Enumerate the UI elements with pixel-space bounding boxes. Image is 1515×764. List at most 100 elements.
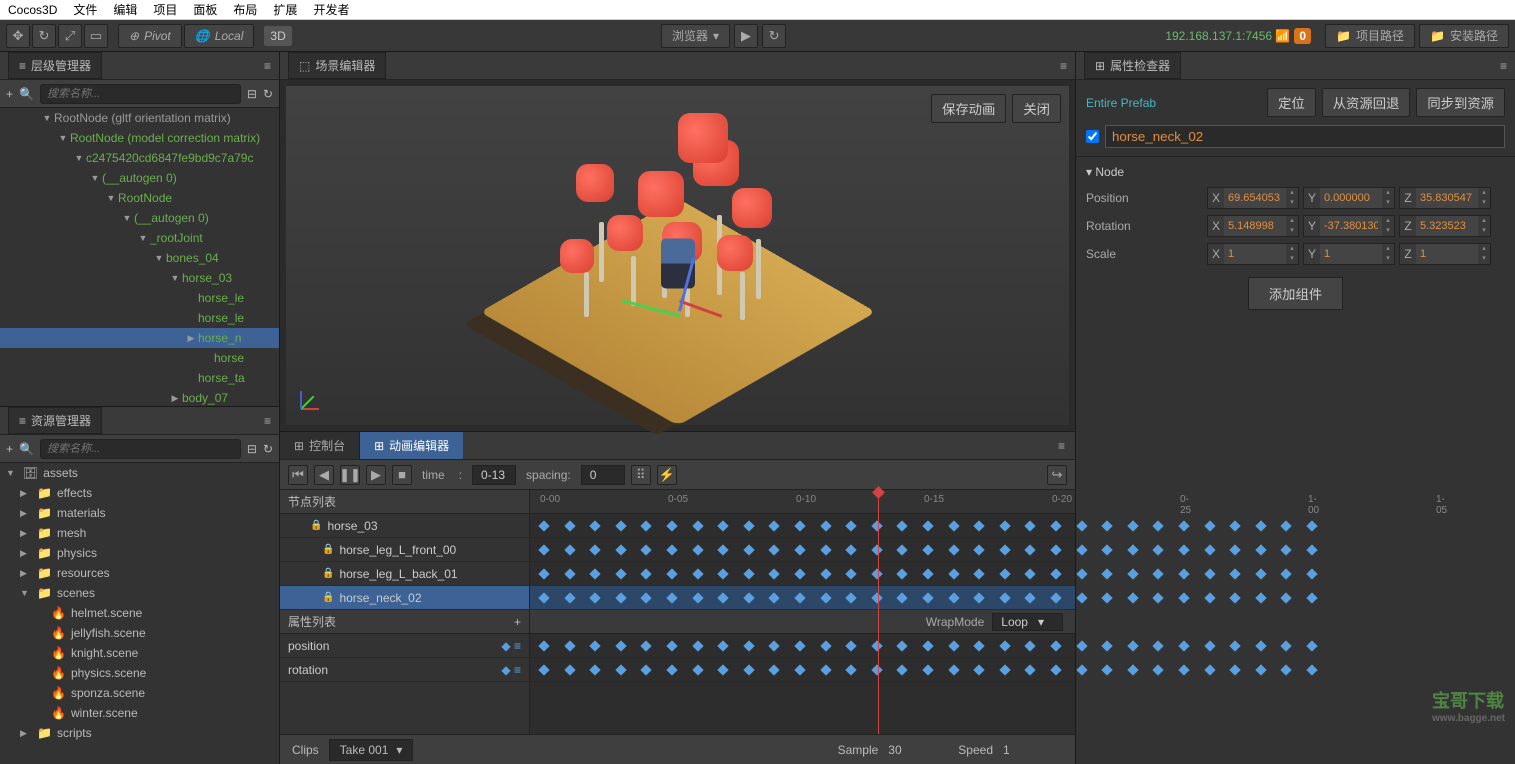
hierarchy-search-input[interactable]: [40, 84, 241, 104]
search-icon[interactable]: 🔍: [19, 87, 34, 101]
keyframe[interactable]: [999, 664, 1010, 675]
keyframe[interactable]: [1025, 520, 1036, 531]
asset-item[interactable]: ▼🗄assets: [0, 463, 279, 483]
keyframe[interactable]: [794, 640, 805, 651]
node-name-input[interactable]: [1105, 125, 1505, 148]
keyframe[interactable]: [769, 544, 780, 555]
rect-tool-icon[interactable]: ▭: [84, 24, 108, 48]
keyframe[interactable]: [820, 640, 831, 651]
keyframe[interactable]: [692, 520, 703, 531]
keyframe[interactable]: [922, 520, 933, 531]
keyframe[interactable]: [538, 592, 549, 603]
speed-value[interactable]: 1: [1003, 743, 1063, 757]
keyframe[interactable]: [999, 544, 1010, 555]
spacing-value[interactable]: 0: [581, 465, 625, 485]
keyframe[interactable]: [615, 568, 626, 579]
keyframe[interactable]: [794, 592, 805, 603]
hierarchy-node[interactable]: ▼RootNode: [0, 188, 279, 208]
keyframe[interactable]: [641, 568, 652, 579]
keyframe[interactable]: [1050, 544, 1061, 555]
keyframe[interactable]: [692, 544, 703, 555]
keyframe[interactable]: [846, 592, 857, 603]
keyframe[interactable]: [846, 520, 857, 531]
keyframe[interactable]: [794, 664, 805, 675]
z-input[interactable]: Z▴▾: [1399, 215, 1491, 237]
keyframe[interactable]: [666, 592, 677, 603]
keyframe[interactable]: [666, 664, 677, 675]
x-input[interactable]: X▴▾: [1207, 187, 1299, 209]
keyframe[interactable]: [641, 640, 652, 651]
panel-menu-icon[interactable]: ≡: [1060, 59, 1067, 73]
hierarchy-node[interactable]: ▼RootNode (model correction matrix): [0, 128, 279, 148]
z-input[interactable]: Z▴▾: [1399, 187, 1491, 209]
collapse-icon[interactable]: ⊟: [247, 87, 257, 101]
scene-tab[interactable]: ⬚ 场景编辑器: [288, 52, 386, 79]
keyframe[interactable]: [1025, 640, 1036, 651]
pause-icon[interactable]: ❚❚: [340, 465, 360, 485]
hierarchy-node[interactable]: ▼RootNode (gltf orientation matrix): [0, 108, 279, 128]
anim-prop-row[interactable]: rotation◆ ≡: [280, 658, 529, 682]
keyframe[interactable]: [590, 592, 601, 603]
keyframe[interactable]: [641, 520, 652, 531]
z-input[interactable]: Z▴▾: [1399, 243, 1491, 265]
panel-menu-icon[interactable]: ≡: [1500, 59, 1507, 73]
hierarchy-node[interactable]: horse_ta: [0, 368, 279, 388]
apply-button[interactable]: 同步到资源: [1416, 88, 1505, 117]
project-path-button[interactable]: 📁 项目路径: [1325, 24, 1415, 48]
y-input[interactable]: Y▴▾: [1303, 243, 1395, 265]
keyframe[interactable]: [564, 592, 575, 603]
keyframe[interactable]: [615, 520, 626, 531]
keyframe[interactable]: [641, 592, 652, 603]
install-path-button[interactable]: 📁 安装路径: [1419, 24, 1509, 48]
keyframe[interactable]: [820, 592, 831, 603]
keyframe[interactable]: [718, 568, 729, 579]
keyframe[interactable]: [846, 544, 857, 555]
play-icon[interactable]: ▶: [734, 24, 758, 48]
panel-menu-icon[interactable]: ≡: [264, 414, 271, 428]
keyframe[interactable]: [871, 664, 882, 675]
keyframe[interactable]: [974, 592, 985, 603]
anim-prop-row[interactable]: position◆ ≡: [280, 634, 529, 658]
hierarchy-node[interactable]: horse_le: [0, 308, 279, 328]
keyframe[interactable]: [1025, 544, 1036, 555]
playhead[interactable]: [878, 490, 879, 734]
keyframe[interactable]: [564, 544, 575, 555]
keyframe[interactable]: [1050, 592, 1061, 603]
close-button[interactable]: 关闭: [1012, 94, 1061, 123]
refresh-hierarchy-icon[interactable]: ↻: [263, 87, 273, 101]
keyframe[interactable]: [590, 640, 601, 651]
keyframe[interactable]: [615, 544, 626, 555]
add-asset-icon[interactable]: +: [6, 442, 13, 456]
keyframe[interactable]: [692, 568, 703, 579]
keyframe[interactable]: [769, 520, 780, 531]
keyframe[interactable]: [641, 544, 652, 555]
console-tab[interactable]: ⊞ 控制台: [280, 432, 360, 459]
keyframe[interactable]: [590, 568, 601, 579]
keyframe[interactable]: [743, 568, 754, 579]
keyframe[interactable]: [897, 664, 908, 675]
keyframe[interactable]: [769, 640, 780, 651]
keyframe[interactable]: [999, 640, 1010, 651]
keyframe[interactable]: [794, 520, 805, 531]
keyframe[interactable]: [615, 664, 626, 675]
anim-node-row[interactable]: 🔒horse_leg_L_back_01: [280, 562, 529, 586]
menu-edit[interactable]: 编辑: [113, 1, 137, 18]
keyframe[interactable]: [1025, 592, 1036, 603]
keyframe[interactable]: [743, 664, 754, 675]
keyframe[interactable]: [564, 520, 575, 531]
keyframe[interactable]: [871, 520, 882, 531]
hierarchy-node[interactable]: horse_le: [0, 288, 279, 308]
scale-tool-icon[interactable]: ⤢: [58, 24, 82, 48]
keyframe[interactable]: [1050, 520, 1061, 531]
keyframe[interactable]: [590, 664, 601, 675]
sample-value[interactable]: 30: [888, 743, 948, 757]
keyframe[interactable]: [922, 664, 933, 675]
keyframe[interactable]: [999, 568, 1010, 579]
keyframe[interactable]: [820, 520, 831, 531]
keyframe[interactable]: [974, 520, 985, 531]
keyframe[interactable]: [743, 592, 754, 603]
menu-project[interactable]: 项目: [153, 1, 177, 18]
keyframe[interactable]: [897, 520, 908, 531]
keyframe[interactable]: [718, 664, 729, 675]
keyframe[interactable]: [820, 664, 831, 675]
